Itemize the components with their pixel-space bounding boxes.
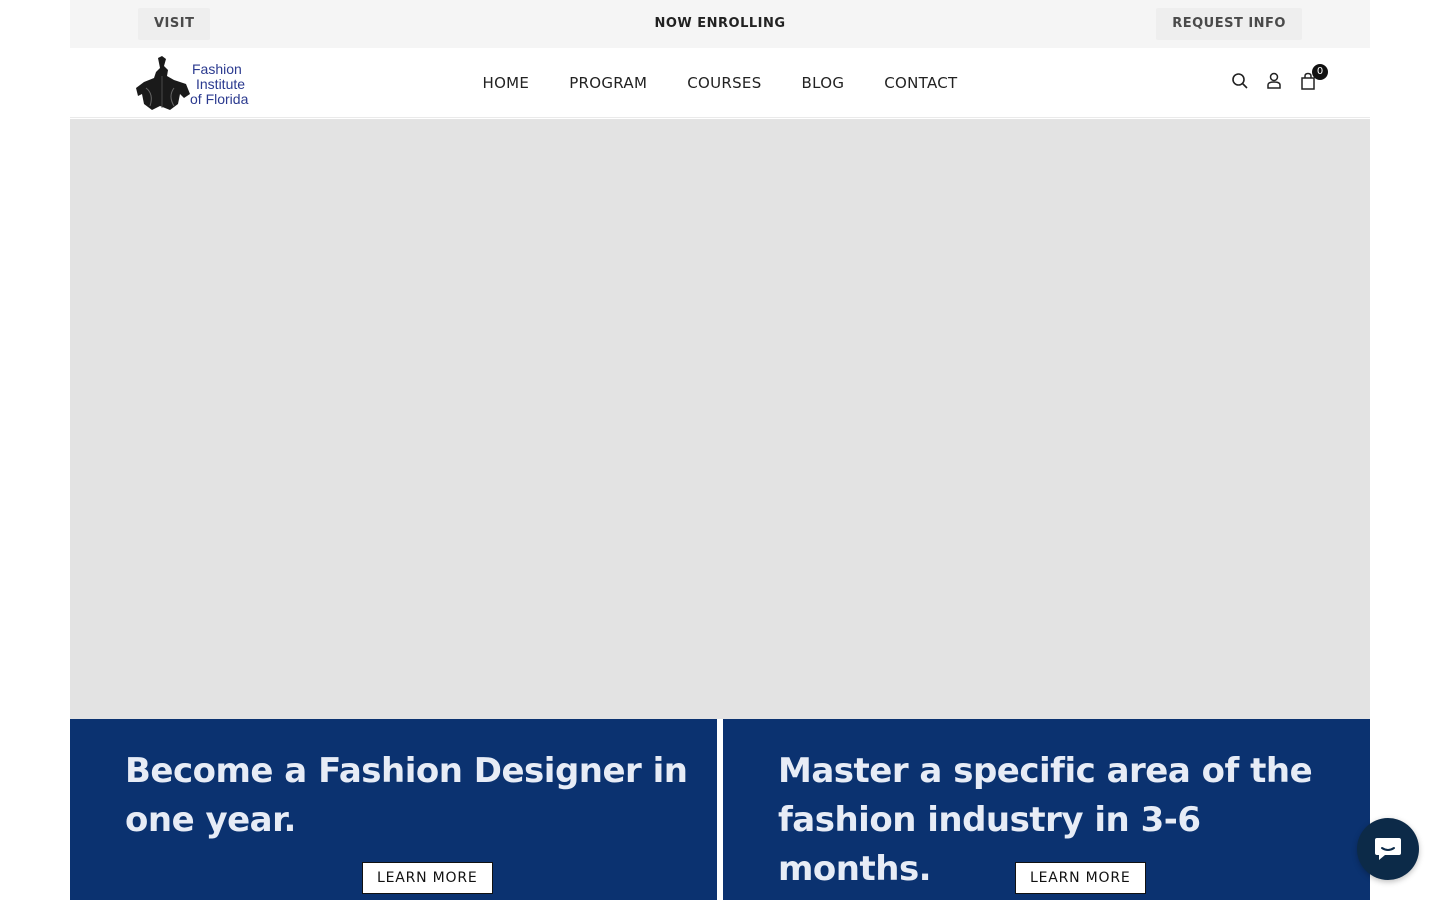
- logo-line-3: of Florida: [190, 91, 249, 107]
- cart-count-badge: 0: [1312, 64, 1328, 80]
- header-icons: 0: [1230, 64, 1328, 92]
- nav-program[interactable]: PROGRAM: [569, 74, 647, 92]
- main-nav: HOME PROGRAM COURSES BLOG CONTACT: [70, 48, 1370, 118]
- promo-courses: Master a specific area of the fashion in…: [723, 719, 1370, 900]
- chat-button[interactable]: [1357, 818, 1419, 880]
- dress-logo-icon: [136, 56, 190, 110]
- learn-more-button[interactable]: LEARN MORE: [362, 862, 493, 894]
- page: VISIT NOW ENROLLING REQUEST INFO Fashion…: [70, 0, 1370, 900]
- logo-text: Fashion Institute of Florida: [190, 61, 249, 107]
- nav-blog[interactable]: BLOG: [802, 74, 845, 92]
- promo-designer: Become a Fashion Designer in one year. L…: [70, 719, 717, 900]
- request-info-link[interactable]: REQUEST INFO: [1156, 8, 1302, 40]
- learn-more-button[interactable]: LEARN MORE: [1015, 862, 1146, 894]
- site-header: Fashion Institute of Florida HOME PROGRA…: [70, 48, 1370, 118]
- promo-designer-heading: Become a Fashion Designer in one year.: [125, 751, 688, 840]
- now-enrolling-link[interactable]: NOW ENROLLING: [654, 16, 785, 31]
- visit-link[interactable]: VISIT: [138, 8, 211, 40]
- hero-banner: [70, 119, 1370, 719]
- cart-icon[interactable]: 0: [1298, 64, 1328, 92]
- nav-contact[interactable]: CONTACT: [884, 74, 957, 92]
- logo-line-2: Institute: [196, 76, 246, 92]
- logo-line-1: Fashion: [192, 61, 242, 77]
- nav-courses[interactable]: COURSES: [687, 74, 761, 92]
- site-logo[interactable]: Fashion Institute of Florida: [134, 54, 258, 112]
- announcement-bar: VISIT NOW ENROLLING REQUEST INFO: [70, 0, 1370, 48]
- chat-icon: [1375, 838, 1401, 860]
- nav-home[interactable]: HOME: [482, 74, 529, 92]
- user-icon[interactable]: [1264, 70, 1284, 92]
- search-icon[interactable]: [1230, 70, 1250, 92]
